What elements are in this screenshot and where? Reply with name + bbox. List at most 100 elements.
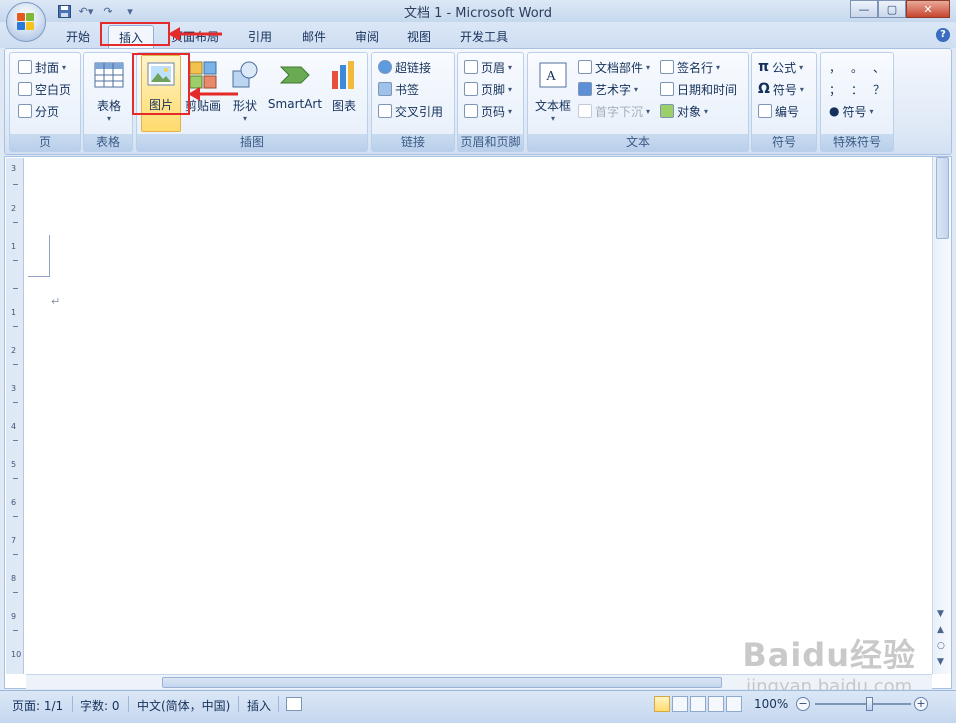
chart-button[interactable]: 图表 — [325, 57, 363, 131]
maximize-button[interactable]: ▢ — [878, 0, 906, 18]
bookmark-button[interactable]: 书签 — [378, 79, 419, 99]
vertical-scroll-thumb[interactable] — [936, 157, 949, 239]
page-count-status[interactable]: 页面: 1/1 — [12, 697, 63, 714]
undo-icon[interactable]: ↶▾ — [78, 3, 94, 19]
zoom-level[interactable]: 100% — [754, 697, 788, 711]
zoom-in-icon[interactable]: + — [914, 697, 928, 711]
table-button[interactable]: 表格 ▾ — [90, 57, 128, 131]
footer-icon — [464, 82, 478, 96]
full-screen-reading-icon[interactable] — [672, 696, 688, 712]
numbering-button[interactable]: 编号 — [758, 101, 799, 121]
tab-mailings[interactable]: 邮件 — [298, 25, 330, 48]
insert-tab-highlight-box — [100, 22, 170, 46]
special-symbol-button[interactable]: ● 符号 ▾ — [829, 101, 874, 121]
macro-record-icon[interactable] — [286, 697, 302, 711]
date-time-icon — [660, 82, 674, 96]
horizontal-scroll-thumb[interactable] — [162, 677, 722, 688]
office-button[interactable] — [6, 2, 46, 42]
drop-cap-button[interactable]: 首字下沉 ▾ — [578, 101, 650, 121]
hyperlink-button[interactable]: 超链接 — [378, 57, 431, 77]
page-break-icon — [18, 104, 32, 118]
group-text-label: 文本 — [528, 134, 748, 151]
picture-button-arrow-icon — [188, 87, 238, 101]
svg-text:A: A — [546, 69, 557, 84]
header-button[interactable]: 页眉 ▾ — [464, 57, 512, 77]
redo-icon[interactable]: ↷ — [100, 3, 116, 19]
wordart-button[interactable]: 艺术字 ▾ — [578, 79, 638, 99]
paragraph-mark-icon: ↵ — [51, 295, 61, 308]
quick-parts-button[interactable]: 文档部件 ▾ — [578, 57, 650, 77]
special-char-6[interactable]: ？ — [873, 81, 885, 98]
cross-reference-button[interactable]: 交叉引用 — [378, 101, 443, 121]
page-break-button[interactable]: 分页 — [18, 101, 59, 121]
language-status[interactable]: 中文(简体，中国) — [137, 697, 230, 714]
scroll-down-arrow-icon[interactable]: ▼ — [937, 609, 944, 619]
window-title: 文档 1 - Microsoft Word — [403, 6, 553, 21]
table-icon — [94, 62, 124, 88]
draft-icon[interactable] — [726, 696, 742, 712]
smartart-button[interactable]: SmartArt — [267, 57, 323, 131]
zoom-slider-track[interactable] — [815, 703, 911, 705]
pi-icon: π — [758, 59, 770, 75]
quick-access-toolbar: ↶▾ ↷ ▾ — [56, 3, 138, 19]
bookmark-icon — [378, 82, 392, 96]
insert-tab-arrow-icon — [168, 27, 222, 41]
special-char-5[interactable]: ： — [851, 81, 863, 98]
customize-qat-icon[interactable]: ▾ — [122, 3, 138, 19]
save-icon[interactable] — [56, 3, 72, 19]
previous-page-icon[interactable]: ▲ — [937, 625, 944, 635]
object-icon — [660, 104, 674, 118]
tab-references[interactable]: 引用 — [244, 25, 276, 48]
zoom-slider-thumb[interactable] — [866, 697, 873, 711]
signature-line-icon — [660, 60, 674, 74]
tab-developer[interactable]: 开发工具 — [456, 25, 512, 48]
object-button[interactable]: 对象 ▾ — [660, 101, 708, 121]
text-box-icon: A — [539, 62, 567, 88]
vertical-scrollbar[interactable]: ▼ ▲ ○ ▼ — [932, 157, 951, 674]
tab-view[interactable]: 视图 — [403, 25, 435, 48]
equation-button[interactable]: π 公式 ▾ — [758, 57, 803, 77]
tab-review[interactable]: 审阅 — [351, 25, 383, 48]
insert-mode-status[interactable]: 插入 — [247, 697, 271, 714]
close-button[interactable]: ✕ — [906, 0, 950, 18]
tab-home[interactable]: 开始 — [62, 25, 94, 48]
cover-page-button[interactable]: 封面 ▾ — [18, 57, 66, 77]
special-char-4[interactable]: ； — [829, 81, 841, 98]
print-layout-icon[interactable] — [654, 696, 670, 712]
group-text: A 文本框 ▾ 文档部件 ▾ 艺术字 ▾ 首字下沉 ▾ 签名行 ▾ 日期和时间 对象 ▾ … — [527, 52, 749, 152]
hyperlink-icon — [378, 60, 392, 74]
group-page: 封面 ▾ 空白页 分页 页 — [9, 52, 81, 152]
select-browse-object-icon[interactable]: ○ — [937, 641, 945, 651]
web-layout-icon[interactable] — [690, 696, 706, 712]
help-icon[interactable]: ? — [936, 28, 950, 42]
special-char-2[interactable]: 。 — [851, 59, 863, 76]
group-symbols-label: 符号 — [752, 134, 816, 151]
group-table-label: 表格 — [84, 134, 132, 151]
signature-line-button[interactable]: 签名行 ▾ — [660, 57, 720, 77]
page-margin-corner — [28, 235, 50, 277]
text-box-button[interactable]: A 文本框 ▾ — [532, 57, 574, 131]
smartart-icon — [279, 66, 310, 84]
blank-page-icon — [18, 82, 32, 96]
view-buttons — [654, 696, 742, 712]
word-count-status[interactable]: 字数: 0 — [80, 697, 120, 714]
date-time-button[interactable]: 日期和时间 — [660, 79, 737, 99]
document-area[interactable] — [4, 156, 952, 689]
blank-page-button[interactable]: 空白页 — [18, 79, 71, 99]
special-char-1[interactable]: ， — [829, 59, 841, 76]
special-char-3[interactable]: 、 — [873, 59, 885, 76]
group-links: 超链接 书签 交叉引用 链接 — [371, 52, 455, 152]
group-page-label: 页 — [10, 134, 80, 151]
zoom-out-icon[interactable]: − — [796, 697, 810, 711]
page-number-button[interactable]: 页码 ▾ — [464, 101, 512, 121]
next-page-icon[interactable]: ▼ — [937, 657, 944, 667]
minimize-button[interactable]: — — [850, 0, 878, 18]
chart-icon — [332, 61, 354, 89]
symbol-button[interactable]: Ω 符号 ▾ — [758, 79, 804, 99]
group-illustrations-label: 插图 — [137, 134, 367, 151]
quick-parts-icon — [578, 60, 592, 74]
omega-icon: Ω — [758, 81, 770, 97]
footer-button[interactable]: 页脚 ▾ — [464, 79, 512, 99]
watermark-logo: Baidu经验 — [742, 636, 916, 674]
outline-icon[interactable] — [708, 696, 724, 712]
